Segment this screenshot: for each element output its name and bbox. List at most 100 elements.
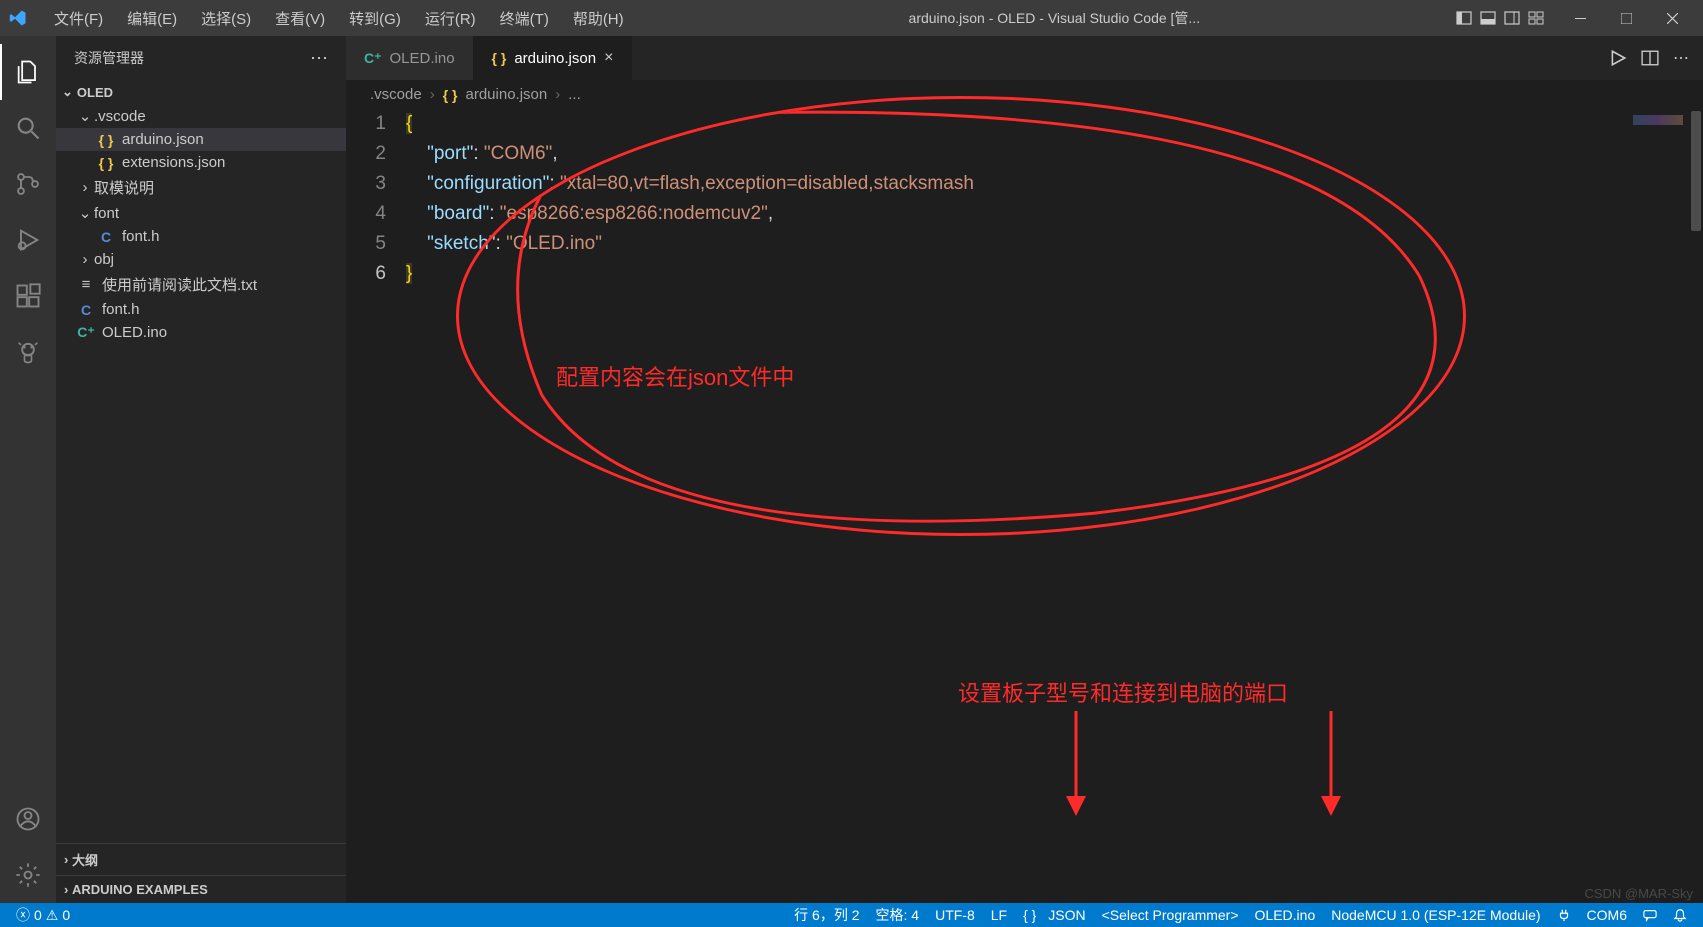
status-encoding[interactable]: UTF-8 bbox=[927, 907, 983, 923]
minimap[interactable] bbox=[1607, 109, 1687, 903]
arduino-icon[interactable] bbox=[0, 324, 56, 380]
status-line-col[interactable]: 行 6，列 2 bbox=[786, 905, 867, 925]
brace-open: { bbox=[406, 113, 412, 134]
file-arduino-json[interactable]: { } arduino.json bbox=[56, 128, 346, 151]
menu-select[interactable]: 选择(S) bbox=[189, 8, 263, 29]
tab-oled-ino[interactable]: C⁺ OLED.ino bbox=[346, 36, 474, 80]
status-indent[interactable]: 空格: 4 bbox=[868, 905, 928, 925]
minimap-overview bbox=[1633, 115, 1683, 125]
status-eol[interactable]: LF bbox=[983, 907, 1015, 923]
status-feedback-icon[interactable] bbox=[1635, 908, 1665, 922]
minimize-button[interactable] bbox=[1557, 0, 1603, 36]
json-key-configuration: "configuration" bbox=[427, 173, 549, 194]
folder-font[interactable]: ⌄ font bbox=[56, 201, 346, 225]
json-key-sketch: "sketch" bbox=[427, 233, 495, 254]
search-icon[interactable] bbox=[0, 100, 56, 156]
colon: : bbox=[496, 233, 507, 254]
settings-gear-icon[interactable] bbox=[0, 847, 56, 903]
chevron-down-icon: ⌄ bbox=[76, 107, 94, 125]
file-extensions-json[interactable]: { } extensions.json bbox=[56, 151, 346, 174]
status-programmer[interactable]: <Select Programmer> bbox=[1094, 907, 1247, 923]
editor-area: C⁺ OLED.ino { } arduino.json × ⋯ .vscode… bbox=[346, 36, 1703, 903]
menu-view[interactable]: 查看(V) bbox=[263, 8, 337, 29]
c-file-icon: C bbox=[96, 229, 116, 245]
file-font-h[interactable]: C font.h bbox=[56, 298, 346, 321]
file-label: font.h bbox=[102, 301, 140, 318]
status-board[interactable]: NodeMCU 1.0 (ESP-12E Module) bbox=[1323, 907, 1548, 923]
json-value-board: "esp8266:esp8266:nodemcuv2" bbox=[500, 203, 768, 224]
extensions-icon[interactable] bbox=[0, 268, 56, 324]
split-editor-icon[interactable] bbox=[1641, 49, 1659, 67]
status-plug-icon[interactable] bbox=[1549, 908, 1579, 922]
maximize-button[interactable] bbox=[1603, 0, 1649, 36]
chevron-right-icon: › bbox=[64, 852, 72, 867]
folder-obj[interactable]: › obj bbox=[56, 248, 346, 271]
customize-layout-icon[interactable] bbox=[1525, 7, 1547, 29]
code-editor[interactable]: 1 2 3 4 5 6 { "port": "COM6", "configura… bbox=[346, 109, 1703, 903]
json-icon: { } bbox=[1023, 907, 1036, 923]
menu-file[interactable]: 文件(F) bbox=[42, 8, 115, 29]
chevron-down-icon: ⌄ bbox=[62, 84, 73, 100]
toggle-panel-right-icon[interactable] bbox=[1501, 7, 1523, 29]
file-font-h-inner[interactable]: C font.h bbox=[56, 225, 346, 248]
more-actions-icon[interactable]: ⋯ bbox=[1673, 48, 1689, 68]
toggle-panel-bottom-icon[interactable] bbox=[1477, 7, 1499, 29]
vertical-scrollbar[interactable] bbox=[1689, 109, 1703, 903]
status-port[interactable]: COM6 bbox=[1579, 907, 1635, 923]
colon: : bbox=[549, 173, 560, 194]
breadcrumb-more[interactable]: ... bbox=[568, 86, 581, 103]
sidebar-title: 资源管理器 bbox=[74, 48, 144, 68]
line-number-gutter: 1 2 3 4 5 6 bbox=[346, 109, 406, 903]
close-button[interactable] bbox=[1649, 0, 1695, 36]
json-key-board: "board" bbox=[427, 203, 489, 224]
error-count: 0 bbox=[34, 907, 42, 923]
toggle-panel-left-icon[interactable] bbox=[1453, 7, 1475, 29]
json-value-sketch: "OLED.ino" bbox=[506, 233, 602, 254]
status-bar: ⓧ0 ⚠0 行 6，列 2 空格: 4 UTF-8 LF { } JSON <S… bbox=[0, 903, 1703, 927]
explorer-icon[interactable] bbox=[0, 44, 56, 100]
status-errors[interactable]: ⓧ0 ⚠0 bbox=[8, 905, 78, 925]
outline-section[interactable]: › 大纲 bbox=[56, 843, 346, 875]
scrollbar-thumb[interactable] bbox=[1691, 111, 1701, 231]
menu-help[interactable]: 帮助(H) bbox=[561, 8, 636, 29]
arduino-examples-label: ARDUINO EXAMPLES bbox=[72, 882, 208, 897]
json-value-configuration: "xtal=80,vt=flash,exception=disabled,sta… bbox=[560, 173, 974, 194]
folder-label: 取模说明 bbox=[94, 177, 154, 198]
source-control-icon[interactable] bbox=[0, 156, 56, 212]
comma: , bbox=[552, 143, 557, 164]
file-readme-txt[interactable]: ≡ 使用前请阅读此文档.txt bbox=[56, 271, 346, 298]
run-debug-icon[interactable] bbox=[0, 212, 56, 268]
status-sketch[interactable]: OLED.ino bbox=[1247, 907, 1324, 923]
json-icon: { } bbox=[492, 50, 507, 66]
folder-qumo[interactable]: › 取模说明 bbox=[56, 174, 346, 201]
chevron-right-icon: › bbox=[76, 251, 94, 268]
breadcrumb-folder[interactable]: .vscode bbox=[370, 86, 422, 103]
file-oled-ino[interactable]: C⁺ OLED.ino bbox=[56, 321, 346, 344]
project-root[interactable]: ⌄ OLED bbox=[56, 80, 346, 104]
breadcrumb[interactable]: .vscode › { } arduino.json › ... bbox=[346, 80, 1703, 109]
warning-icon: ⚠ bbox=[46, 907, 59, 924]
tab-arduino-json[interactable]: { } arduino.json × bbox=[474, 36, 633, 80]
accounts-icon[interactable] bbox=[0, 791, 56, 847]
breadcrumb-file[interactable]: arduino.json bbox=[466, 86, 548, 103]
sidebar-more-icon[interactable]: ⋯ bbox=[310, 48, 328, 69]
menu-go[interactable]: 转到(G) bbox=[337, 8, 413, 29]
close-tab-icon[interactable]: × bbox=[604, 49, 613, 67]
json-icon: { } bbox=[443, 87, 458, 103]
file-label: 使用前请阅读此文档.txt bbox=[102, 274, 257, 295]
menu-terminal[interactable]: 终端(T) bbox=[488, 8, 561, 29]
file-label: arduino.json bbox=[122, 131, 204, 148]
titlebar: 文件(F) 编辑(E) 选择(S) 查看(V) 转到(G) 运行(R) 终端(T… bbox=[0, 0, 1703, 36]
json-value-port: "COM6" bbox=[484, 143, 552, 164]
run-icon[interactable] bbox=[1609, 49, 1627, 67]
menu-edit[interactable]: 编辑(E) bbox=[115, 8, 189, 29]
menu-run[interactable]: 运行(R) bbox=[413, 8, 488, 29]
arduino-examples-section[interactable]: › ARDUINO EXAMPLES bbox=[56, 875, 346, 903]
status-language[interactable]: { } JSON bbox=[1015, 907, 1093, 923]
chevron-right-icon: › bbox=[64, 882, 72, 897]
code-content[interactable]: { "port": "COM6", "configuration": "xtal… bbox=[406, 109, 1703, 903]
status-bell-icon[interactable] bbox=[1665, 908, 1695, 922]
text-file-icon: ≡ bbox=[76, 276, 96, 293]
folder-vscode[interactable]: ⌄ .vscode bbox=[56, 104, 346, 128]
json-key-port: "port" bbox=[427, 143, 473, 164]
